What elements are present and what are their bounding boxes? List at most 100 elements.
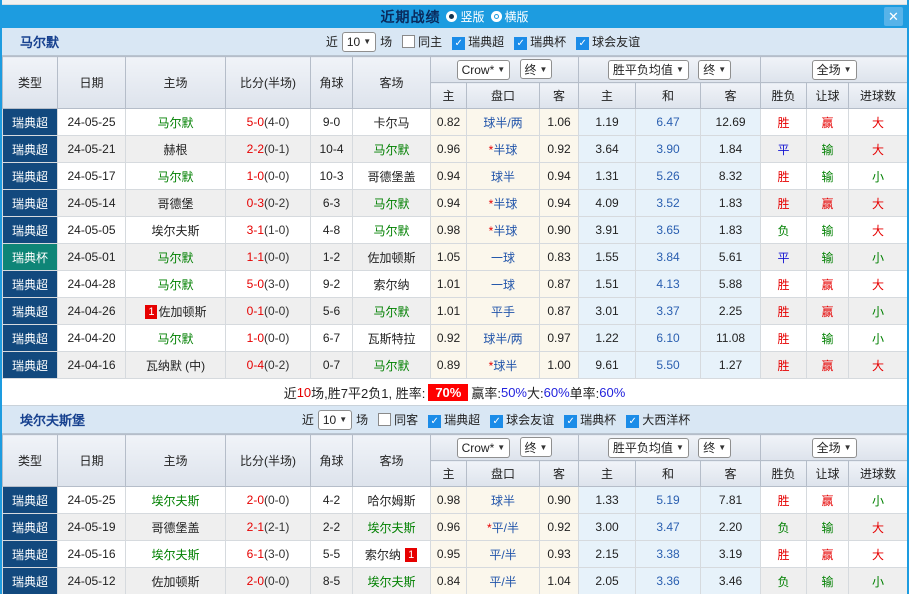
result-wdl: 胜 — [761, 163, 807, 190]
team-name: 佐加顿斯 — [367, 251, 415, 265]
result-goals: 大 — [849, 109, 908, 136]
match-count-select[interactable]: 10 ▼ — [342, 32, 376, 52]
team-name: 马尔默 — [157, 116, 193, 130]
close-icon[interactable]: ✕ — [884, 7, 903, 26]
halftime-score: (3-0) — [264, 547, 289, 561]
match-row: 瑞典超24-05-21赫根2-2(0-1)10-4马尔默0.96*半球0.923… — [3, 136, 908, 163]
away-team: 马尔默 — [353, 136, 431, 163]
score: 1-0(0-0) — [226, 325, 311, 352]
handicap-away-odds: 1.04 — [540, 568, 579, 594]
away-team: 埃尔夫斯 — [353, 514, 431, 541]
avg-draw-odds: 3.36 — [636, 568, 701, 594]
dialog-title: 近期战绩 — [380, 7, 440, 27]
corner-score: 5-5 — [311, 541, 353, 568]
summary-part: 赢率: — [471, 383, 501, 402]
chevron-down-icon: ▼ — [676, 65, 684, 74]
near-label: 近 — [326, 33, 338, 50]
team-name: 瓦斯特拉 — [367, 332, 415, 346]
handicap-away-odds: 0.94 — [540, 190, 579, 217]
league-checkbox[interactable]: ✓ — [514, 37, 527, 50]
league-checkbox[interactable]: ✓ — [490, 415, 503, 428]
avg-home-odds: 3.01 — [579, 298, 636, 325]
handicap-away-odds: 0.87 — [540, 298, 579, 325]
score: 2-2(0-1) — [226, 136, 311, 163]
away-team: 索尔纳 — [353, 271, 431, 298]
col-type: 类型 — [3, 435, 58, 487]
fulltime-select[interactable]: 全场▼ — [812, 438, 857, 458]
handicap-group-header: Crow*▼ 终▼ — [431, 57, 579, 83]
halftime-score: (0-0) — [264, 304, 289, 318]
team-name: 索尔纳 — [365, 548, 401, 562]
avg-home-odds: 1.55 — [579, 244, 636, 271]
result-wdl: 胜 — [761, 541, 807, 568]
avg-odds-select[interactable]: 胜平负均值▼ — [608, 438, 689, 458]
avg-draw-odds: 3.65 — [636, 217, 701, 244]
final-avg-select[interactable]: 终▼ — [698, 438, 731, 458]
fulltime-score: 2-2 — [247, 142, 264, 156]
league-type-badge: 瑞典超 — [3, 136, 58, 163]
avg-home-odds: 1.51 — [579, 271, 636, 298]
team-name: 哥德堡 — [157, 197, 193, 211]
avg-group-header: 胜平负均值▼ 终▼ — [579, 57, 761, 83]
same-venue-checkbox[interactable] — [402, 35, 415, 48]
avg-away-odds: 1.27 — [701, 352, 761, 379]
home-team: 佐加顿斯 — [126, 568, 226, 594]
handicap-line: *半球 — [467, 136, 540, 163]
league-checkbox[interactable]: ✓ — [428, 415, 441, 428]
away-team: 瓦斯特拉 — [353, 325, 431, 352]
match-date: 24-05-05 — [58, 217, 126, 244]
match-count-select[interactable]: 10 ▼ — [318, 410, 352, 430]
league-label: 瑞典杯 — [580, 413, 616, 427]
handicap-group-header: Crow*▼ 终▼ — [431, 435, 579, 461]
away-team: 埃尔夫斯 — [353, 568, 431, 594]
league-label: 大西洋杯 — [642, 413, 690, 427]
final-avg-select[interactable]: 终▼ — [698, 60, 731, 80]
match-date: 24-05-17 — [58, 163, 126, 190]
league-type-badge: 瑞典超 — [3, 487, 58, 514]
league-label: 球会友谊 — [592, 35, 640, 49]
col-type: 类型 — [3, 57, 58, 109]
results-table-elfsborg: 类型 日期 主场 比分(半场) 角球 客场 Crow*▼ 终▼ 胜平负均值▼ 终… — [2, 434, 908, 594]
league-checkbox[interactable]: ✓ — [576, 37, 589, 50]
handicap-line: 球半/两 — [467, 325, 540, 352]
col-date: 日期 — [58, 435, 126, 487]
fulltime-select[interactable]: 全场▼ — [812, 60, 857, 80]
final-odds-select[interactable]: 终▼ — [520, 59, 553, 79]
col-score: 比分(半场) — [226, 435, 311, 487]
radio-portrait[interactable]: 竖版 — [446, 8, 484, 25]
match-date: 24-04-20 — [58, 325, 126, 352]
avg-away-odds: 7.81 — [701, 487, 761, 514]
avg-odds-select[interactable]: 胜平负均值▼ — [608, 60, 689, 80]
avg-draw-odds: 3.52 — [636, 190, 701, 217]
odds-source-select[interactable]: Crow*▼ — [457, 60, 511, 80]
fulltime-score: 0-3 — [247, 196, 264, 210]
match-date: 24-04-16 — [58, 352, 126, 379]
radio-landscape[interactable]: 横版 — [491, 8, 529, 25]
match-date: 24-05-16 — [58, 541, 126, 568]
league-checkbox[interactable]: ✓ — [626, 415, 639, 428]
radio-portrait-label: 竖版 — [460, 8, 484, 25]
fulltime-score: 2-1 — [247, 520, 264, 534]
final-odds-select[interactable]: 终▼ — [520, 437, 553, 457]
result-goals: 大 — [849, 271, 908, 298]
fulltime-score: 5-0 — [247, 277, 264, 291]
sub-away-odds: 客 — [540, 461, 579, 487]
odds-source-select[interactable]: Crow*▼ — [457, 438, 511, 458]
handicap-line: 平/半 — [467, 541, 540, 568]
games-label: 场 — [380, 33, 392, 50]
match-row: 瑞典超24-05-19哥德堡盖2-1(2-1)2-2埃尔夫斯0.96*平/半0.… — [3, 514, 908, 541]
result-wdl: 胜 — [761, 271, 807, 298]
match-count-value: 10 — [347, 35, 360, 49]
score: 3-1(1-0) — [226, 217, 311, 244]
league-checkbox[interactable]: ✓ — [452, 37, 465, 50]
same-venue-checkbox[interactable] — [378, 413, 391, 426]
home-team: 马尔默 — [126, 271, 226, 298]
summary-part: 70% — [428, 384, 468, 401]
result-handicap: 赢 — [807, 109, 849, 136]
result-wdl: 平 — [761, 244, 807, 271]
filter-controls: 近 10 ▼ 场 同主 ✓瑞典超✓瑞典杯✓球会友谊 — [59, 32, 907, 52]
corner-score: 9-0 — [311, 109, 353, 136]
handicap-line: 球半/两 — [467, 109, 540, 136]
result-goals: 小 — [849, 487, 908, 514]
league-checkbox[interactable]: ✓ — [564, 415, 577, 428]
